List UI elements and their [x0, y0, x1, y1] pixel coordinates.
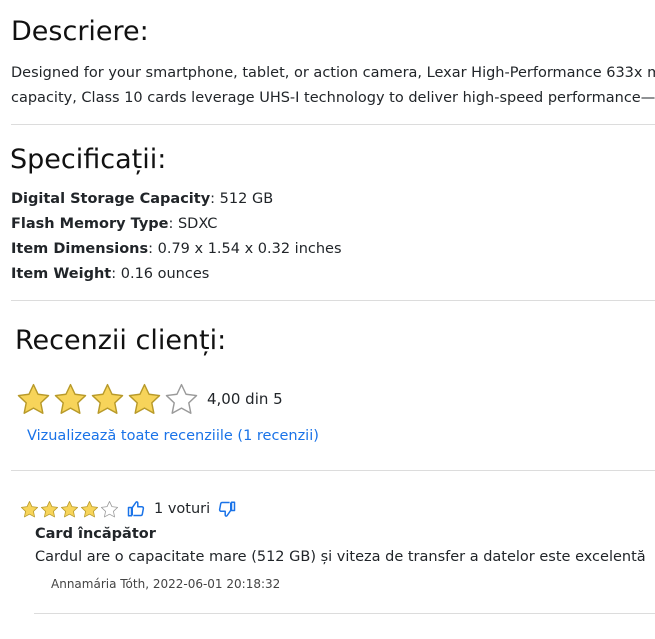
specifications-list: Digital Storage Capacity: 512 GB Flash M… [11, 187, 342, 287]
spec-value: : 512 GB [210, 191, 274, 207]
review-rating-stars [20, 500, 119, 519]
description-heading: Descriere: [11, 16, 149, 47]
star-full-icon [80, 500, 99, 517]
spec-value: : 0.16 ounces [111, 266, 210, 282]
reviews-heading: Recenzii clienți: [15, 325, 227, 356]
review-author-date: Annamária Tóth, 2022-06-01 20:18:32 [51, 577, 281, 591]
view-all-reviews-link[interactable]: Vizualizează toate recenziile (1 recenzi… [27, 428, 319, 444]
star-full-icon [60, 500, 79, 517]
star-full-icon [128, 383, 161, 414]
divider [11, 124, 655, 125]
review-title: Card încăpător [35, 526, 156, 542]
spec-row: Digital Storage Capacity: 512 GB [11, 187, 342, 212]
review-header: 1 voturi [20, 498, 650, 520]
review-body: Cardul are o capacitate mare (512 GB) și… [35, 549, 646, 565]
star-full-icon [17, 383, 50, 414]
spec-row: Item Dimensions: 0.79 x 1.54 x 0.32 inch… [11, 237, 342, 262]
star-full-icon [20, 500, 39, 517]
thumbs-down-icon[interactable] [218, 500, 236, 518]
spec-label: Flash Memory Type [11, 216, 169, 232]
description-text: Designed for your smartphone, tablet, or… [11, 61, 655, 111]
description-line: capacity, Class 10 cards leverage UHS-I … [11, 90, 655, 106]
thumbs-up-icon[interactable] [127, 500, 145, 518]
review-item: 1 voturi Card încăpător Cardul are o cap… [20, 498, 650, 591]
divider [11, 470, 655, 471]
review-votes: 1 voturi [154, 501, 211, 517]
specifications-heading: Specificații: [10, 144, 167, 175]
description-line: Designed for your smartphone, tablet, or… [11, 65, 655, 81]
spec-value: : SDXC [168, 216, 218, 232]
spec-row: Item Weight: 0.16 ounces [11, 262, 342, 287]
spec-label: Digital Storage Capacity [11, 191, 211, 207]
average-rating-stars [16, 382, 199, 417]
star-empty-icon [100, 500, 119, 517]
spec-row: Flash Memory Type: SDXC [11, 212, 342, 237]
star-full-icon [54, 383, 87, 414]
spec-value: : 0.79 x 1.54 x 0.32 inches [148, 241, 342, 257]
star-empty-icon [165, 383, 198, 414]
spec-label: Item Dimensions [11, 241, 149, 257]
star-full-icon [40, 500, 59, 517]
divider [34, 613, 655, 614]
divider [11, 300, 655, 301]
average-rating-text: 4,00 din 5 [207, 390, 283, 408]
spec-label: Item Weight [11, 266, 112, 282]
product-details-page: Descriere: Designed for your smartphone,… [0, 0, 655, 639]
star-full-icon [91, 383, 124, 414]
